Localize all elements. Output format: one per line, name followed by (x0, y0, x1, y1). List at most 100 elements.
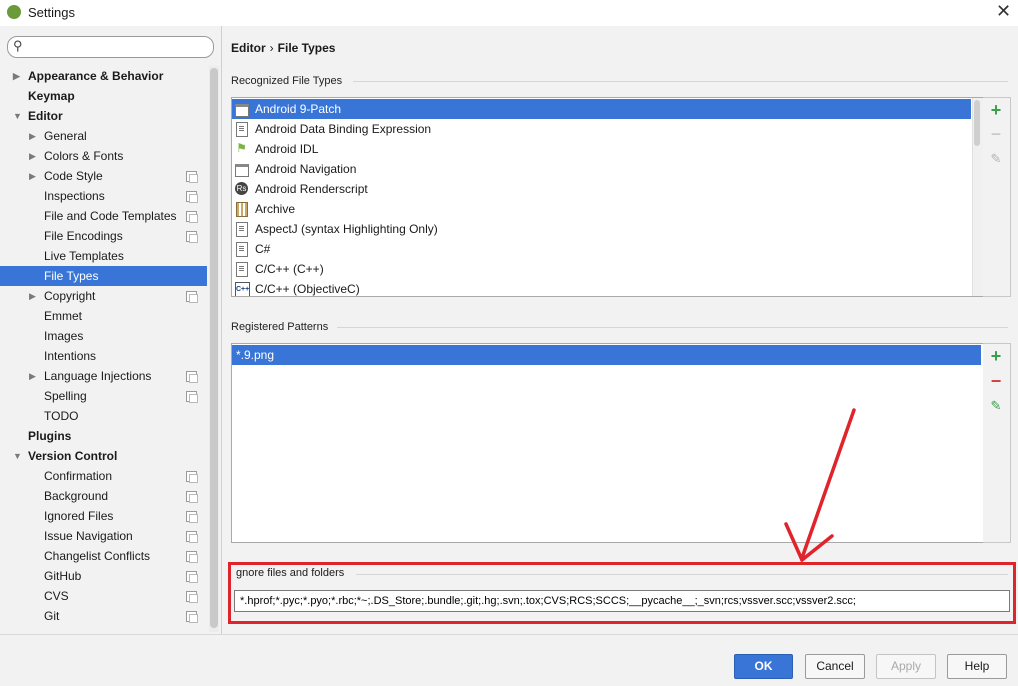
sidebar-item-file-encodings[interactable]: File Encodings (0, 226, 207, 246)
search-input[interactable] (30, 38, 205, 54)
sidebar-item-git[interactable]: Git (0, 606, 207, 626)
project-settings-icon (186, 371, 198, 383)
sidebar-item-code-style[interactable]: ▶ Code Style (0, 166, 207, 186)
recognized-file-types-title: Recognized File Types (231, 75, 343, 87)
breadcrumb-parent[interactable]: Editor (231, 41, 266, 55)
project-settings-icon (186, 491, 198, 503)
file-type-row[interactable]: C++ C/C++ (ObjectiveC) (232, 279, 971, 296)
add-pattern-button[interactable]: + (987, 347, 1005, 365)
registered-patterns-title: Registered Patterns (231, 321, 329, 333)
file-type-row[interactable]: Android Data Binding Expression (232, 119, 971, 139)
sidebar-item-version-control[interactable]: ▼ Version Control (0, 446, 207, 466)
expand-down-icon[interactable]: ▼ (13, 106, 22, 126)
file-type-row[interactable]: ⚑ Android IDL (232, 139, 971, 159)
file-type-label: Android Data Binding Expression (255, 122, 432, 136)
cancel-button[interactable]: Cancel (805, 654, 865, 679)
edit-pattern-button[interactable]: ✎ (987, 397, 1005, 415)
renderscript-icon: Rs (235, 182, 248, 195)
project-settings-icon (186, 571, 198, 583)
sidebar-item-keymap[interactable]: Keymap (0, 86, 207, 106)
annotation-arrow-icon (784, 408, 856, 562)
sidebar-item-plugins[interactable]: Plugins (0, 426, 207, 446)
sidebar-item-editor[interactable]: ▼ Editor (0, 106, 207, 126)
sidebar-item-background[interactable]: Background (0, 486, 207, 506)
project-settings-icon (186, 211, 198, 223)
sidebar-item-confirmation[interactable]: Confirmation (0, 466, 207, 486)
file-types-scroll-thumb[interactable] (974, 100, 980, 146)
sidebar-item-ignored-files[interactable]: Ignored Files (0, 506, 207, 526)
sidebar-item-label: Emmet (44, 309, 83, 323)
add-file-type-button[interactable]: + (987, 101, 1005, 119)
expand-right-icon[interactable]: ▶ (13, 66, 20, 86)
sidebar-item-changelist-conflicts[interactable]: Changelist Conflicts (0, 546, 207, 566)
highlight-box (228, 562, 1016, 624)
ok-button[interactable]: OK (734, 654, 793, 679)
sidebar-item-label: File Types (44, 269, 99, 283)
sidebar-item-language-injections[interactable]: ▶ Language Injections (0, 366, 207, 386)
edit-file-type-button[interactable]: ✎ (987, 150, 1005, 168)
sidebar-item-github[interactable]: GitHub (0, 566, 207, 586)
expand-right-icon[interactable]: ▶ (29, 166, 36, 186)
sidebar-item-emmet[interactable]: Emmet (0, 306, 207, 326)
file-type-row[interactable]: Android Navigation (232, 159, 971, 179)
sidebar-item-label: Copyright (44, 289, 96, 303)
search-icon: ⚲ (13, 38, 23, 53)
sidebar-item-todo[interactable]: TODO (0, 406, 207, 426)
project-settings-icon (186, 391, 198, 403)
file-type-row[interactable]: C# (232, 239, 971, 259)
close-icon[interactable]: ✕ (996, 1, 1011, 22)
project-settings-icon (186, 531, 198, 543)
file-types-toolbar: + − ✎ (983, 97, 1011, 297)
help-button[interactable]: Help (947, 654, 1007, 679)
file-type-label: AspectJ (syntax Highlighting Only) (255, 222, 438, 236)
remove-file-type-button[interactable]: − (987, 125, 1005, 143)
pattern-row[interactable]: *.9.png (232, 345, 981, 365)
project-settings-icon (186, 551, 198, 563)
expand-right-icon[interactable]: ▶ (29, 366, 36, 386)
expand-right-icon[interactable]: ▶ (29, 146, 36, 166)
sidebar-item-label: Images (44, 329, 84, 343)
sidebar-item-inspections[interactable]: Inspections (0, 186, 207, 206)
sidebar-item-cvs[interactable]: CVS (0, 586, 207, 606)
file-type-row[interactable]: Archive (232, 199, 971, 219)
sidebar-item-label: CVS (44, 589, 69, 603)
sidebar-item-spelling[interactable]: Spelling (0, 386, 207, 406)
sidebar-item-label: Plugins (28, 429, 72, 443)
sidebar-item-label: Issue Navigation (44, 529, 133, 543)
sidebar-item-images[interactable]: Images (0, 326, 207, 346)
expand-right-icon[interactable]: ▶ (29, 126, 36, 146)
sidebar-item-label: Spelling (44, 389, 87, 403)
sidebar-item-colors-fonts[interactable]: ▶ Colors & Fonts (0, 146, 207, 166)
app-icon (7, 5, 21, 19)
file-type-row[interactable]: Android 9-Patch (232, 99, 971, 119)
file-type-row[interactable]: C/C++ (C++) (232, 259, 971, 279)
sidebar-item-file-types[interactable]: File Types (0, 266, 207, 286)
sidebar-item-copyright[interactable]: ▶ Copyright (0, 286, 207, 306)
breadcrumb: Editor › File Types (231, 41, 335, 55)
file-type-row[interactable]: AspectJ (syntax Highlighting Only) (232, 219, 971, 239)
sidebar-item-label: Changelist Conflicts (44, 549, 151, 563)
apply-button[interactable]: Apply (876, 654, 936, 679)
document-icon (236, 222, 248, 237)
sidebar-item-file-and-code-templates[interactable]: File and Code Templates (0, 206, 207, 226)
sidebar-item-label: Inspections (44, 189, 105, 203)
file-type-label: Android 9-Patch (255, 102, 342, 116)
remove-pattern-button[interactable]: − (987, 372, 1005, 390)
title-bar: Settings ✕ (0, 0, 1018, 26)
recognized-file-types-list[interactable]: Android 9-Patch Android Data Binding Expr… (231, 97, 984, 297)
sidebar-item-label: General (44, 129, 87, 143)
sidebar-item-issue-navigation[interactable]: Issue Navigation (0, 526, 207, 546)
expand-right-icon[interactable]: ▶ (29, 286, 36, 306)
sidebar-item-label: Version Control (28, 449, 118, 463)
sidebar-item-intentions[interactable]: Intentions (0, 346, 207, 366)
file-type-row[interactable]: Rs Android Renderscript (232, 179, 971, 199)
sidebar-item-general[interactable]: ▶ General (0, 126, 207, 146)
project-settings-icon (186, 591, 198, 603)
search-box[interactable]: ⚲ (7, 36, 214, 58)
sidebar-item-appearance-behavior[interactable]: ▶ Appearance & Behavior (0, 66, 207, 86)
project-settings-icon (186, 191, 198, 203)
expand-down-icon[interactable]: ▼ (13, 446, 22, 466)
sidebar-item-live-templates[interactable]: Live Templates (0, 246, 207, 266)
sidebar-item-label: Editor (28, 109, 63, 123)
sidebar-scroll-thumb[interactable] (210, 68, 218, 628)
